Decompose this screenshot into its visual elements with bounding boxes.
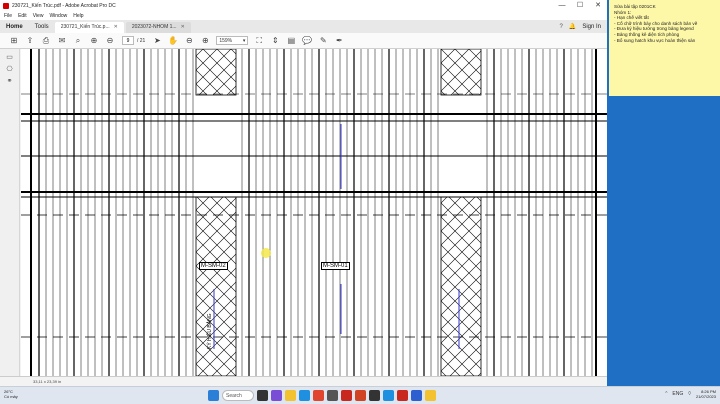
maximize-button[interactable]: ☐ bbox=[571, 0, 589, 11]
taskbar-search-label: Search bbox=[226, 392, 242, 399]
highlight-icon[interactable]: ✎ bbox=[315, 33, 331, 49]
menu-file[interactable]: File bbox=[4, 13, 12, 19]
search-icon[interactable]: ⌕ bbox=[70, 33, 86, 49]
weather-desc: Có mây bbox=[4, 394, 18, 399]
hand-tool-icon[interactable]: ✋ bbox=[165, 33, 181, 49]
app-icon[interactable] bbox=[411, 390, 422, 401]
prev-page-icon[interactable]: ⊕ bbox=[86, 33, 102, 49]
app-icon[interactable] bbox=[327, 390, 338, 401]
powerpoint-icon[interactable] bbox=[355, 390, 366, 401]
document-tab-label: 2023072-NHOM 1... bbox=[131, 24, 177, 30]
weather-widget[interactable]: 26°C Có mây bbox=[4, 389, 18, 399]
hatched-column bbox=[195, 49, 237, 96]
toolbar: ⊞ ⇪ ⎙ ✉ ⌕ ⊕ ⊖ / 21 ➤ ✋ ⊖ ⊕ 159% ▾ ⛶ ⇕ ▤ 💬… bbox=[0, 33, 607, 49]
wifi-icon[interactable]: ⌔ bbox=[687, 391, 692, 397]
clock[interactable]: 8:26 PM 21/07/2023 bbox=[696, 389, 716, 399]
task-view-icon[interactable] bbox=[257, 390, 268, 401]
acrobat-taskbar-icon[interactable] bbox=[341, 390, 352, 401]
minimize-button[interactable]: — bbox=[553, 0, 571, 11]
architectural-drawing bbox=[21, 49, 607, 376]
close-tab-icon[interactable]: ✕ bbox=[181, 24, 185, 30]
taskbar-search[interactable]: Search bbox=[222, 390, 254, 401]
vertical-grid-lines bbox=[38, 49, 593, 376]
pdf-document-view[interactable]: M-SM-02 M-SM-01 KÝ HIỆU BẢNG bbox=[21, 49, 607, 376]
scroll-mode-icon[interactable]: ⇕ bbox=[267, 33, 283, 49]
close-tab-icon[interactable]: ✕ bbox=[114, 24, 118, 30]
page-navigator: / 21 bbox=[122, 36, 145, 45]
read-mode-icon[interactable]: ▤ bbox=[283, 33, 299, 49]
page-number-input[interactable] bbox=[122, 36, 134, 45]
help-icon[interactable]: ? bbox=[559, 24, 562, 30]
chrome-icon[interactable] bbox=[313, 390, 324, 401]
page-dimensions: 33,11 x 23,39 in bbox=[33, 379, 62, 384]
menu-view[interactable]: View bbox=[33, 13, 44, 19]
acrobat-app-icon bbox=[3, 2, 9, 9]
select-tool-icon[interactable]: ➤ bbox=[149, 33, 165, 49]
menu-window[interactable]: Window bbox=[49, 13, 67, 19]
hatched-column bbox=[195, 196, 237, 376]
sticky-note[interactable]: Sửa bài tập 0201CK Nhóm 1: - Hạn chế viế… bbox=[609, 0, 720, 96]
page-total: / 21 bbox=[137, 37, 146, 44]
taskbar-apps: Search bbox=[208, 390, 439, 401]
title-bar: 230721_Kiến Trúc.pdf - Adobe Acrobat Pro… bbox=[0, 0, 607, 11]
document-tab-label: 230721_Kiến Trúc.p... bbox=[60, 24, 110, 30]
bookmark-icon[interactable]: ⎔ bbox=[0, 65, 19, 73]
room-tag-left: M-SM-02 bbox=[199, 262, 228, 270]
room-tag-right: M-SM-01 bbox=[321, 262, 350, 270]
mouse-cursor-highlight bbox=[261, 248, 271, 258]
zoom-out-icon[interactable]: ⊖ bbox=[181, 33, 197, 49]
system-tray: ⌃ ENG ⌔ 8:26 PM 21/07/2023 bbox=[664, 389, 716, 399]
menu-help[interactable]: Help bbox=[73, 13, 83, 19]
teams-icon[interactable] bbox=[271, 390, 282, 401]
create-icon[interactable]: ⊞ bbox=[6, 33, 22, 49]
file-explorer-icon[interactable] bbox=[285, 390, 296, 401]
taskbar: 26°C Có mây Search ⌃ ENG ⌔ 8:26 PM 21/07… bbox=[0, 386, 720, 404]
language-indicator[interactable]: ENG bbox=[672, 391, 683, 397]
edge-icon[interactable] bbox=[299, 390, 310, 401]
tab-bar: Home Tools 230721_Kiến Trúc.p... ✕ 202307… bbox=[0, 20, 607, 33]
hatched-column bbox=[440, 196, 482, 376]
draw-icon[interactable]: ✒ bbox=[331, 33, 347, 49]
attachment-icon[interactable]: ⚭ bbox=[0, 77, 19, 85]
status-bar: 33,11 x 23,39 in bbox=[0, 376, 607, 386]
notification-bell-icon[interactable]: 🔔 bbox=[569, 23, 576, 30]
app-icon[interactable] bbox=[383, 390, 394, 401]
acrobat-window: 230721_Kiến Trúc.pdf - Adobe Acrobat Pro… bbox=[0, 0, 607, 386]
tray-chevron-icon[interactable]: ⌃ bbox=[664, 391, 668, 397]
clock-date: 21/07/2023 bbox=[695, 394, 716, 399]
next-page-icon[interactable]: ⊖ bbox=[102, 33, 118, 49]
window-title: 230721_Kiến Trúc.pdf - Adobe Acrobat Pro… bbox=[12, 2, 116, 9]
document-tab-inactive[interactable]: 2023072-NHOM 1... ✕ bbox=[125, 22, 191, 33]
left-panel-rail: ▭ ⎔ ⚭ bbox=[0, 49, 20, 376]
app-icon[interactable] bbox=[369, 390, 380, 401]
email-icon[interactable]: ✉ bbox=[54, 33, 70, 49]
upload-icon[interactable]: ⇪ bbox=[22, 33, 38, 49]
sign-in-button[interactable]: Sign In bbox=[582, 24, 601, 30]
zoom-value: 159% bbox=[219, 37, 233, 44]
autocad-icon[interactable] bbox=[397, 390, 408, 401]
close-button[interactable]: ✕ bbox=[589, 0, 607, 11]
menu-bar: File Edit View Window Help bbox=[0, 11, 607, 20]
document-tab-active[interactable]: 230721_Kiến Trúc.p... ✕ bbox=[54, 22, 124, 33]
chevron-down-icon: ▾ bbox=[242, 37, 246, 44]
zoom-select[interactable]: 159% ▾ bbox=[216, 36, 249, 45]
print-icon[interactable]: ⎙ bbox=[38, 33, 54, 49]
pages-panel-icon[interactable]: ▭ bbox=[0, 53, 19, 61]
fit-page-icon[interactable]: ⛶ bbox=[251, 33, 267, 49]
sticky-note-line: - Bổ sung hatch khu vực hoàn thiện sàn bbox=[614, 37, 696, 43]
menu-edit[interactable]: Edit bbox=[18, 13, 27, 19]
sticky-notes-icon[interactable] bbox=[425, 390, 436, 401]
start-icon[interactable] bbox=[208, 390, 219, 401]
hatched-column bbox=[440, 49, 482, 96]
zoom-in-icon[interactable]: ⊕ bbox=[197, 33, 213, 49]
vertical-annotation: KÝ HIỆU BẢNG bbox=[207, 313, 213, 349]
comment-icon[interactable]: 💬 bbox=[299, 33, 315, 49]
